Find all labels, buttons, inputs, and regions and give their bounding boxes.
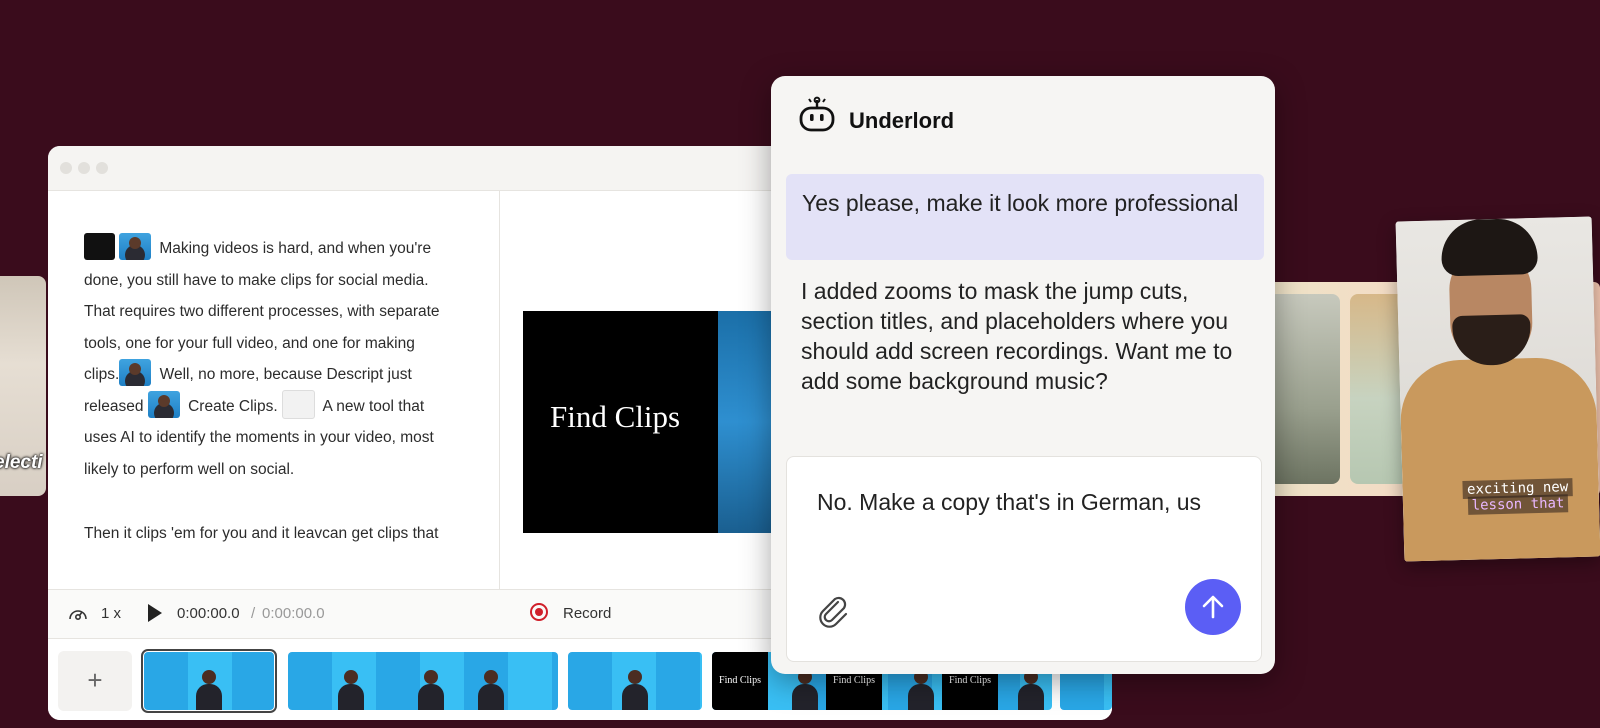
background-portrait-card: exciting new lesson that	[1395, 216, 1600, 562]
window-close-button[interactable]	[60, 162, 72, 174]
preview-title-card: Find Clips	[550, 399, 681, 434]
script-line: likely to perform well on social.	[84, 460, 295, 478]
user-message: Yes please, make it look more profession…	[786, 174, 1264, 260]
strip-thumbnail	[1268, 294, 1340, 484]
script-line: That requires two different processes, w…	[84, 303, 440, 320]
arrow-up-icon	[1202, 595, 1224, 619]
plus-icon: +	[87, 665, 103, 695]
timeline-clip[interactable]	[288, 652, 558, 710]
record-button[interactable]: Record	[563, 605, 611, 622]
script-paragraph: Then it clips 'em for you and it leavcan…	[84, 525, 439, 542]
portrait-caption: exciting new lesson that	[1442, 478, 1593, 515]
play-icon[interactable]	[148, 604, 162, 622]
script-line: uses AI to identify the moments in your …	[84, 429, 434, 446]
robot-icon	[799, 96, 835, 132]
timeline-clip[interactable]	[141, 649, 277, 713]
window-maximize-button[interactable]	[96, 162, 108, 174]
chat-input[interactable]: No. Make a copy that's in German, us	[786, 456, 1262, 662]
scene-thumbnail[interactable]	[119, 233, 151, 261]
caption-line-2: lesson that	[1467, 494, 1569, 515]
script-text[interactable]: Making videos is hard, and when you're d…	[84, 233, 494, 485]
timeline-clip[interactable]	[568, 652, 702, 710]
send-button[interactable]	[1185, 579, 1241, 635]
script-line: done, you still have to make clips for s…	[84, 271, 429, 289]
speed-icon[interactable]	[68, 605, 88, 623]
script-editor[interactable]: Making videos is hard, and when you're d…	[48, 191, 500, 589]
window-minimize-button[interactable]	[78, 162, 90, 174]
script-line: released	[84, 397, 144, 415]
script-line: Create Clips.	[188, 397, 278, 415]
script-line: clips.	[84, 366, 120, 383]
assistant-message: I added zooms to mask the jump cuts, sec…	[801, 278, 1233, 394]
playback-speed[interactable]: 1 x	[101, 605, 121, 622]
script-line: Well, no more, because Descript just	[159, 366, 412, 383]
script-line: Making videos is hard, and when you're	[159, 240, 432, 257]
left-card-caption: electi	[0, 452, 43, 473]
chat-input-text[interactable]: No. Make a copy that's in German, us	[817, 487, 1217, 518]
total-time: 0:00:00.0	[262, 605, 325, 622]
portrait-shirt	[1399, 356, 1600, 562]
underlord-chat-panel: Underlord Yes please, make it look more …	[771, 76, 1275, 674]
time-separator: /	[251, 605, 256, 622]
background-video-card-left: electi	[0, 276, 46, 496]
paperclip-icon[interactable]	[815, 593, 851, 629]
current-time: 0:00:00.0	[177, 605, 240, 622]
add-scene-button[interactable]: +	[58, 651, 132, 711]
script-line: tools, one for your full video, and one …	[84, 334, 415, 352]
scene-thumbnail[interactable]	[119, 359, 152, 387]
record-icon[interactable]	[530, 603, 548, 621]
scene-thumbnail-title[interactable]	[84, 233, 115, 261]
clip-frame-title: Find Clips	[712, 652, 768, 710]
script-line: A new tool that	[322, 397, 425, 415]
scene-thumbnail-blank[interactable]	[282, 389, 315, 419]
chat-title: Underlord	[849, 108, 955, 133]
scene-thumbnail[interactable]	[147, 390, 180, 418]
